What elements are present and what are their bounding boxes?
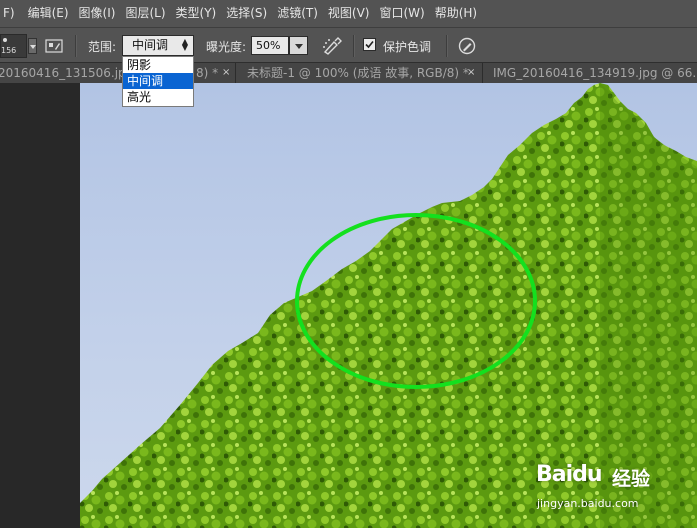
exposure-slider-toggle[interactable] xyxy=(289,36,308,55)
watermark-brand-cn: 经验 xyxy=(612,468,651,490)
separator xyxy=(446,35,448,57)
option-shadows[interactable]: 阴影 xyxy=(123,57,193,73)
watermark-url: jingyan.baidu.com xyxy=(537,497,639,510)
menu-help[interactable]: 帮助(H) xyxy=(430,0,482,27)
protect-tones-label: 保护色调 xyxy=(383,40,432,54)
menu-edit[interactable]: 编辑(E) xyxy=(23,0,74,27)
close-icon[interactable]: × xyxy=(467,63,475,83)
tab-document-2[interactable]: 未标题-1 @ 100% (成语 故事, RGB/8) * × xyxy=(236,63,483,83)
brush-preset-preview[interactable]: 156 xyxy=(0,34,27,58)
menu-layer[interactable]: 图层(L) xyxy=(120,0,170,27)
tab-document-1[interactable]: 20160416_131506.jpg 8) * × xyxy=(0,63,236,83)
airbrush-icon[interactable] xyxy=(322,37,342,55)
range-label: 范围: xyxy=(88,40,117,54)
option-highlights[interactable]: 高光 xyxy=(123,89,193,105)
protect-tones-checkbox[interactable] xyxy=(363,38,376,51)
options-bar: 156 范围: 中间调 ▲ ▼ 曝光度: 50% 保护色调 xyxy=(0,27,697,63)
menu-type[interactable]: 类型(Y) xyxy=(171,0,222,27)
select-arrows-icon: ▲ ▼ xyxy=(181,37,188,52)
option-midtones[interactable]: 中间调 xyxy=(123,73,193,89)
brush-picker-toggle[interactable] xyxy=(28,38,37,54)
exposure-label: 曝光度: xyxy=(206,40,247,54)
menu-image[interactable]: 图像(I) xyxy=(74,0,121,27)
menu-filter[interactable]: 滤镜(T) xyxy=(272,0,323,27)
baidu-jingyan-watermark: Baidu 经验 jingyan.baidu.com xyxy=(536,450,686,520)
tab-title: 20160416_131506.jpg xyxy=(0,66,134,80)
menu-view[interactable]: 视图(V) xyxy=(323,0,375,27)
brush-panel-icon[interactable] xyxy=(45,38,63,54)
watermark-brand: Baidu xyxy=(536,462,603,487)
tab-title-suffix: 8) * xyxy=(196,66,219,80)
exposure-input[interactable]: 50% xyxy=(251,36,289,55)
menu-file[interactable]: F) xyxy=(0,0,23,27)
tab-document-3[interactable]: IMG_20160416_134919.jpg @ 66.7%(R xyxy=(483,63,697,83)
range-select[interactable]: 中间调 ▲ ▼ xyxy=(122,35,194,56)
left-panel-area xyxy=(0,83,80,528)
tablet-pressure-icon[interactable] xyxy=(458,37,476,55)
tab-title: 未标题-1 @ 100% (成语 故事, RGB/8) * xyxy=(247,66,469,80)
separator xyxy=(75,35,77,57)
menu-window[interactable]: 窗口(W) xyxy=(374,0,429,27)
brush-dot-icon xyxy=(3,38,7,42)
menu-select[interactable]: 选择(S) xyxy=(221,0,272,27)
checkmark-icon xyxy=(365,40,374,49)
close-icon[interactable]: × xyxy=(222,63,230,83)
menu-bar: F) 编辑(E) 图像(I) 图层(L) 类型(Y) 选择(S) 滤镜(T) 视… xyxy=(0,0,697,27)
range-select-value: 中间调 xyxy=(132,38,169,52)
tab-title: IMG_20160416_134919.jpg @ 66.7%(R xyxy=(493,66,697,80)
brush-size-value: 156 xyxy=(1,46,17,55)
document-tab-bar: 20160416_131506.jpg 8) * × 未标题-1 @ 100% … xyxy=(0,63,697,83)
range-dropdown-menu: 阴影 中间调 高光 xyxy=(122,56,194,107)
separator xyxy=(353,35,355,57)
